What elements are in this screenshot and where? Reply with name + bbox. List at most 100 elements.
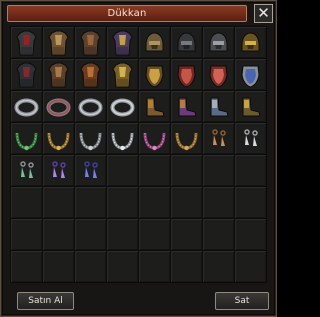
- inventory-slot[interactable]: [107, 27, 139, 59]
- inventory-slot[interactable]: [203, 59, 235, 91]
- gold-armor-icon: [112, 62, 133, 88]
- gold-necklace-icon: [47, 132, 70, 151]
- gem-bracelet-icon: [46, 98, 71, 117]
- window-title: Dükkan: [107, 8, 147, 19]
- inventory-slot[interactable]: [75, 59, 107, 91]
- bronze-helmet-icon: [145, 32, 164, 52]
- inventory-slot[interactable]: [107, 251, 139, 283]
- pink-necklace-icon: [143, 132, 166, 151]
- inventory-slot[interactable]: [235, 187, 267, 219]
- dark-helmet-icon: [177, 32, 196, 52]
- inventory-slot[interactable]: [171, 91, 203, 123]
- inventory-slot[interactable]: [235, 251, 267, 283]
- buy-button-label: Satın Al: [28, 296, 63, 306]
- inventory-slot[interactable]: [107, 59, 139, 91]
- inventory-slot[interactable]: [107, 123, 139, 155]
- inventory-slot[interactable]: [203, 91, 235, 123]
- inventory-slot[interactable]: [171, 187, 203, 219]
- inventory-slot[interactable]: [43, 219, 75, 251]
- shop-window: Dükkan ✕ Satın Al Sat: [0, 0, 277, 317]
- sapphire-earring-icon: [84, 161, 98, 178]
- inventory-slot[interactable]: [171, 219, 203, 251]
- bronze-armor-icon: [48, 30, 69, 56]
- inventory-slot[interactable]: [139, 27, 171, 59]
- pearl-necklace-icon: [111, 132, 134, 151]
- inventory-slot[interactable]: [235, 59, 267, 91]
- silver-bracelet-icon: [14, 98, 39, 117]
- inventory-slot[interactable]: [107, 219, 139, 251]
- silver-necklace-icon: [79, 132, 102, 151]
- inventory-slot[interactable]: [75, 187, 107, 219]
- inventory-slot[interactable]: [43, 123, 75, 155]
- close-icon: ✕: [257, 3, 270, 22]
- inventory-slot[interactable]: [11, 59, 43, 91]
- copper-armor-icon: [80, 62, 101, 88]
- inventory-slot[interactable]: [11, 27, 43, 59]
- inventory-slot[interactable]: [139, 155, 171, 187]
- purple-shoes-icon: [178, 97, 197, 117]
- inventory-slot[interactable]: [139, 59, 171, 91]
- bronze-armor-icon: [48, 62, 69, 88]
- close-button[interactable]: ✕: [254, 4, 273, 23]
- inventory-slot[interactable]: [43, 59, 75, 91]
- inventory-slot[interactable]: [171, 155, 203, 187]
- inventory-slot[interactable]: [107, 91, 139, 123]
- inventory-slot[interactable]: [11, 155, 43, 187]
- gold-shield-icon: [145, 65, 164, 88]
- inventory-slot[interactable]: [43, 27, 75, 59]
- inventory-slot[interactable]: [75, 27, 107, 59]
- inventory-slot[interactable]: [139, 91, 171, 123]
- inventory-slot[interactable]: [107, 187, 139, 219]
- inventory-slot[interactable]: [235, 219, 267, 251]
- silver-earring-icon: [244, 129, 258, 146]
- inventory-slot[interactable]: [43, 91, 75, 123]
- inventory-slot[interactable]: [75, 91, 107, 123]
- inventory-slot[interactable]: [11, 251, 43, 283]
- inventory-slot[interactable]: [43, 251, 75, 283]
- inventory-slot[interactable]: [11, 187, 43, 219]
- buy-button[interactable]: Satın Al: [17, 292, 74, 310]
- inventory-slot[interactable]: [75, 251, 107, 283]
- shop-item-grid: [10, 26, 267, 283]
- inventory-slot[interactable]: [139, 187, 171, 219]
- inventory-slot[interactable]: [11, 123, 43, 155]
- inventory-slot[interactable]: [203, 123, 235, 155]
- grey-helmet-icon: [209, 32, 228, 52]
- inventory-slot[interactable]: [235, 123, 267, 155]
- amber-necklace-icon: [175, 132, 198, 151]
- inventory-slot[interactable]: [139, 219, 171, 251]
- amethyst-earring-icon: [52, 161, 66, 178]
- inventory-slot[interactable]: [171, 59, 203, 91]
- sell-button-label: Sat: [234, 296, 250, 306]
- inventory-slot[interactable]: [171, 251, 203, 283]
- red-shield-icon: [177, 65, 196, 88]
- inventory-slot[interactable]: [107, 155, 139, 187]
- inventory-slot[interactable]: [171, 123, 203, 155]
- inventory-slot[interactable]: [203, 155, 235, 187]
- inventory-slot[interactable]: [235, 91, 267, 123]
- jade-earring-icon: [20, 161, 34, 178]
- inventory-slot[interactable]: [203, 187, 235, 219]
- inventory-slot[interactable]: [75, 219, 107, 251]
- inventory-slot[interactable]: [235, 155, 267, 187]
- inventory-slot[interactable]: [171, 27, 203, 59]
- inventory-slot[interactable]: [139, 123, 171, 155]
- inventory-slot[interactable]: [11, 219, 43, 251]
- inventory-slot[interactable]: [75, 123, 107, 155]
- inventory-slot[interactable]: [43, 155, 75, 187]
- leather-shoes-icon: [146, 97, 165, 117]
- green-necklace-icon: [15, 132, 38, 151]
- window-titlebar[interactable]: Dükkan: [7, 5, 247, 22]
- inventory-slot[interactable]: [203, 251, 235, 283]
- sell-button[interactable]: Sat: [215, 292, 269, 310]
- dark-armor-icon: [16, 30, 37, 56]
- gold-shoes-icon: [242, 97, 261, 117]
- inventory-slot[interactable]: [139, 251, 171, 283]
- silver-shield-icon: [241, 65, 260, 88]
- inventory-slot[interactable]: [203, 27, 235, 59]
- inventory-slot[interactable]: [43, 187, 75, 219]
- inventory-slot[interactable]: [75, 155, 107, 187]
- inventory-slot[interactable]: [203, 219, 235, 251]
- inventory-slot[interactable]: [235, 27, 267, 59]
- inventory-slot[interactable]: [11, 91, 43, 123]
